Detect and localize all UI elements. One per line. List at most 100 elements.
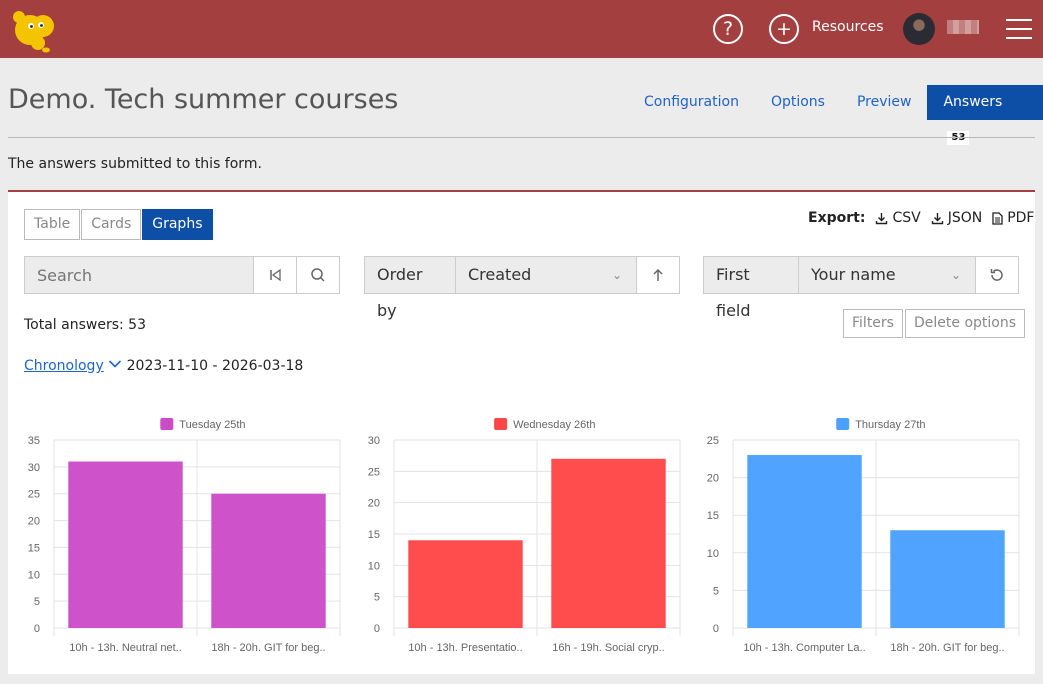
- x-tick-label: 16h - 19h. Social cryp..: [552, 642, 665, 654]
- tab-answers[interactable]: Answers 53: [927, 85, 1043, 145]
- y-tick-label: 25: [28, 489, 40, 501]
- y-tick-label: 5: [713, 585, 719, 597]
- y-tick-label: 35: [28, 435, 40, 447]
- y-tick-label: 15: [707, 510, 719, 522]
- bar-chart: Tuesday 25th 0 5 10 15 20 25 30 35 10h - 13h. Neu…: [28, 418, 341, 654]
- chevron-down-icon: ⌄: [950, 268, 961, 282]
- download-icon: [931, 212, 943, 224]
- chronology-row: Chronology 2023-11-10 - 2026-03-18: [24, 358, 303, 374]
- answers-count-badge: 53: [947, 131, 970, 145]
- search-button[interactable]: [297, 256, 340, 294]
- y-tick-label: 20: [28, 516, 40, 528]
- form-tabs: Configuration Options Preview Answers 53: [628, 85, 1043, 145]
- y-tick-label: 15: [368, 529, 380, 541]
- skip-back-icon: [270, 268, 281, 282]
- legend-swatch: [836, 418, 850, 430]
- search-group: [24, 256, 340, 294]
- bar[interactable]: [68, 461, 183, 628]
- legend-swatch: [160, 418, 174, 430]
- help-icon[interactable]: ?: [713, 14, 743, 44]
- bar[interactable]: [890, 530, 1005, 628]
- answers-panel: Table Cards Graphs Export: CSV JSON PDF …: [8, 192, 1035, 674]
- rotate-ccw-icon: [990, 269, 1003, 281]
- y-tick-label: 5: [34, 596, 40, 608]
- y-tick-label: 20: [707, 473, 719, 485]
- bar[interactable]: [551, 458, 666, 628]
- export-label: Export:: [808, 210, 866, 226]
- bar-chart: Wednesday 26th 0 5 10 15 20 25 30 10h - 13h. Pre…: [368, 418, 681, 654]
- x-tick-label: 18h - 20h. GIT for beg..: [211, 642, 325, 654]
- reset-field-button[interactable]: [976, 256, 1019, 294]
- y-tick-label: 25: [707, 435, 719, 447]
- total-answers: Total answers: 53: [24, 317, 146, 333]
- chronology-link[interactable]: Chronology: [24, 358, 104, 374]
- legend-swatch: [494, 418, 508, 430]
- filters-button[interactable]: Filters: [843, 309, 903, 338]
- search-input[interactable]: [24, 256, 254, 294]
- chronology-range: 2023-11-10 - 2026-03-18: [126, 358, 304, 374]
- chevron-down-icon[interactable]: [108, 359, 122, 369]
- order-by-select[interactable]: Created ⌄: [456, 256, 637, 294]
- top-navbar: ? + Resources: [0, 0, 1043, 58]
- export-pdf-button[interactable]: PDF: [992, 210, 1034, 226]
- bar[interactable]: [747, 455, 862, 628]
- resources-link[interactable]: Resources: [812, 19, 884, 35]
- view-table-button[interactable]: Table: [24, 209, 81, 240]
- export-json-label: JSON: [947, 210, 983, 226]
- arrow-up-icon: [653, 268, 663, 281]
- sort-direction-button[interactable]: [637, 256, 680, 294]
- first-field-group: First field Your name ⌄: [703, 256, 1019, 320]
- first-field-label: First field: [703, 256, 799, 320]
- chart-wednesday: Wednesday 26th 0 5 10 15 20 25 30 10h - 13h. Pre…: [358, 410, 688, 660]
- y-tick-label: 30: [28, 462, 40, 474]
- bar[interactable]: [211, 493, 326, 628]
- download-icon: [876, 212, 888, 224]
- export-csv-label: CSV: [892, 210, 921, 226]
- tab-options[interactable]: Options: [755, 85, 841, 120]
- bar[interactable]: [408, 540, 523, 628]
- legend-label: Thursday 27th: [855, 419, 925, 431]
- tab-preview[interactable]: Preview: [841, 85, 928, 120]
- avatar[interactable]: [903, 13, 935, 45]
- file-icon: [992, 211, 1003, 225]
- chart-legend[interactable]: Thursday 27th: [836, 418, 926, 431]
- x-tick-label: 18h - 20h. GIT for beg..: [890, 642, 1004, 654]
- x-tick-label: 10h - 13h. Presentatio..: [408, 642, 522, 654]
- y-tick-label: 10: [368, 560, 380, 572]
- y-tick-label: 25: [368, 466, 380, 478]
- legend-label: Wednesday 26th: [513, 419, 595, 431]
- tab-configuration[interactable]: Configuration: [628, 85, 755, 120]
- export-json-button[interactable]: JSON: [931, 210, 983, 226]
- view-cards-button[interactable]: Cards: [81, 209, 142, 240]
- page-title: Demo. Tech summer courses: [8, 84, 399, 115]
- view-graphs-button[interactable]: Graphs: [142, 209, 213, 240]
- order-by-value: Created: [468, 265, 532, 284]
- order-by-group: Order by Created ⌄: [364, 256, 680, 320]
- y-tick-label: 15: [28, 542, 40, 554]
- chart-legend[interactable]: Wednesday 26th: [494, 418, 595, 431]
- chart-legend[interactable]: Tuesday 25th: [160, 418, 246, 431]
- first-field-value: Your name: [811, 265, 896, 284]
- chart-tuesday: Tuesday 25th 0 5 10 15 20 25 30 35 10h - 13h. Neu…: [18, 410, 348, 660]
- username-blurred[interactable]: [947, 20, 979, 34]
- page-description: The answers submitted to this form.: [8, 156, 262, 172]
- export-csv-button[interactable]: CSV: [875, 210, 921, 226]
- add-icon[interactable]: +: [769, 14, 799, 44]
- y-tick-label: 10: [707, 548, 719, 560]
- reset-search-button[interactable]: [254, 256, 297, 294]
- y-tick-label: 5: [374, 592, 380, 604]
- search-icon: [311, 268, 325, 282]
- logo-icon[interactable]: [10, 6, 60, 54]
- y-tick-label: 0: [374, 623, 380, 635]
- chart-thursday: Thursday 27th 0 5 10 15 20 25 10h - 13h. Comput…: [697, 410, 1027, 660]
- y-tick-label: 10: [28, 569, 40, 581]
- legend-label: Tuesday 25th: [179, 419, 245, 431]
- export-bar: Export: CSV JSON PDF: [808, 210, 1034, 226]
- hamburger-icon[interactable]: [1006, 19, 1032, 39]
- bar-chart: Thursday 27th 0 5 10 15 20 25 10h - 13h. Comput…: [707, 418, 1020, 654]
- delete-options-button[interactable]: Delete options: [905, 309, 1026, 338]
- x-tick-label: 10h - 13h. Computer La..: [743, 642, 865, 654]
- y-tick-label: 0: [34, 623, 40, 635]
- first-field-select[interactable]: Your name ⌄: [799, 256, 976, 294]
- divider: [8, 137, 1035, 138]
